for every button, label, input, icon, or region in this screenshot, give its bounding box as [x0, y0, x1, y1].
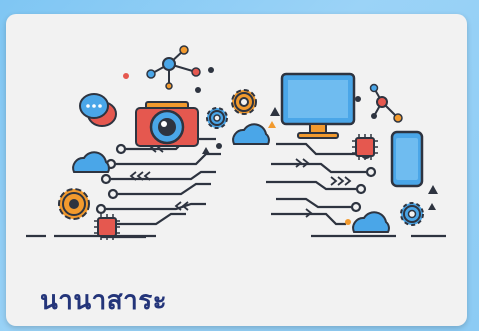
cloud-icon: [232, 123, 270, 145]
monitor-icon: [280, 72, 356, 139]
chip-icon: [352, 134, 378, 160]
cloud-icon: [352, 211, 390, 233]
content-card[interactable]: นานาสาระ: [6, 14, 467, 326]
gear-icon: [231, 89, 257, 115]
chip-icon: [94, 214, 120, 240]
technology-illustration: [26, 45, 446, 240]
camera-icon: [135, 101, 199, 147]
circuit-lines-icon: [26, 137, 221, 239]
chat-bubble-icon: [79, 93, 117, 127]
card-title: นานาสาระ: [40, 286, 168, 316]
smartphone-icon: [390, 130, 424, 188]
share-network-icon: [369, 83, 403, 123]
gear-icon: [58, 188, 90, 220]
gear-icon: [400, 202, 424, 226]
gear-icon: [206, 107, 228, 129]
share-network-icon: [146, 45, 201, 90]
cloud-icon: [72, 151, 110, 173]
